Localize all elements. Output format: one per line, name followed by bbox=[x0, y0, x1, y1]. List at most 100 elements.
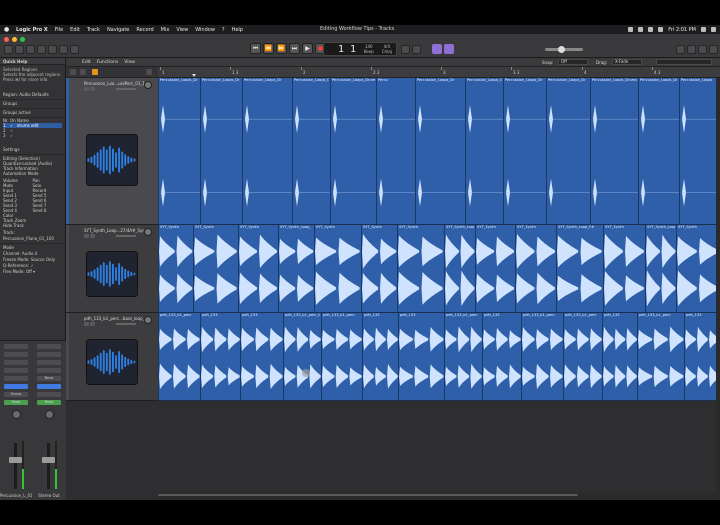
region-boundary[interactable] bbox=[676, 225, 677, 312]
region-boundary[interactable] bbox=[546, 78, 547, 224]
region-name[interactable]: pdh_133_b1_perc bbox=[638, 313, 683, 318]
region-name[interactable]: Percu bbox=[377, 78, 414, 83]
region-boundary[interactable] bbox=[200, 313, 201, 400]
region-boundary[interactable] bbox=[376, 78, 377, 224]
region-boundary[interactable] bbox=[242, 78, 243, 224]
view-menu[interactable]: View bbox=[124, 60, 135, 65]
region-name[interactable]: pdh_133 bbox=[685, 313, 719, 318]
region-boundary[interactable] bbox=[362, 313, 363, 400]
close-window-icon[interactable] bbox=[4, 37, 9, 42]
edit-menu[interactable]: Edit bbox=[82, 60, 91, 65]
group-name[interactable] bbox=[17, 133, 62, 138]
battery-icon[interactable] bbox=[658, 27, 664, 32]
region-inspector-header[interactable]: Region: Audio Defaults bbox=[0, 91, 65, 100]
menu-track[interactable]: Track bbox=[87, 27, 100, 33]
apple-logo-icon[interactable]: ● bbox=[4, 26, 10, 33]
setting-item[interactable]: Automation Mode bbox=[3, 171, 62, 176]
region-boundary[interactable] bbox=[444, 225, 445, 312]
region-boundary[interactable] bbox=[158, 78, 159, 224]
region-boundary[interactable] bbox=[602, 313, 603, 400]
mixer-button[interactable] bbox=[59, 45, 68, 54]
track-list-button[interactable] bbox=[80, 69, 86, 75]
region-boundary[interactable] bbox=[503, 78, 504, 224]
region-boundary[interactable] bbox=[637, 313, 638, 400]
play-button[interactable]: ▶ bbox=[302, 43, 313, 54]
region-name[interactable]: Percussion_Loops_DrumsPerc_01_100 bbox=[331, 78, 375, 83]
solo-button[interactable] bbox=[90, 234, 95, 238]
region-boundary[interactable] bbox=[278, 225, 279, 312]
region-boundary[interactable] bbox=[590, 78, 591, 224]
tuner-button[interactable] bbox=[401, 45, 410, 54]
region-name[interactable]: Percussion_Loops_DrumsPerc_01_100 bbox=[591, 78, 637, 83]
track-name[interactable]: Percussion_Loo...ussPerc_01_100 bbox=[84, 81, 144, 86]
mute-button[interactable] bbox=[84, 234, 89, 238]
region-boundary[interactable] bbox=[321, 313, 322, 400]
region-name[interactable]: SYT_Synth bbox=[159, 225, 192, 230]
automation-read-button[interactable]: Read bbox=[37, 400, 61, 405]
list-editors-button[interactable] bbox=[676, 45, 685, 54]
add-track-button[interactable] bbox=[70, 69, 76, 75]
region-name[interactable]: SYT_Synth_Loop_ bbox=[445, 225, 474, 230]
master-volume-slider[interactable] bbox=[545, 46, 583, 53]
region-name[interactable]: pdh_133 bbox=[399, 313, 443, 318]
setting-slot[interactable] bbox=[37, 344, 61, 349]
track-volume-slider[interactable] bbox=[116, 88, 136, 90]
track-lane-1[interactable]: Percussion_Loops_Dr Percussion_Loops_Dr Pe… bbox=[158, 78, 720, 225]
region-boundary[interactable] bbox=[361, 225, 362, 312]
empty-lane-area[interactable] bbox=[158, 401, 720, 493]
region-boundary[interactable] bbox=[240, 313, 241, 400]
bounce-button[interactable]: Bnce bbox=[37, 376, 61, 381]
menu-mix[interactable]: Mix bbox=[161, 27, 170, 33]
audio-fx-slot[interactable] bbox=[37, 368, 61, 373]
count-in-button[interactable] bbox=[432, 44, 442, 54]
region-name[interactable]: Percussion_Loops_Dr bbox=[547, 78, 589, 83]
region-name[interactable]: SYT_Synth bbox=[516, 225, 555, 230]
track-lane-3[interactable]: pdh_133_b1_perc pdh_133 pdh_133 pdh_133_b1_… bbox=[158, 313, 720, 401]
region-boundary[interactable] bbox=[398, 313, 399, 400]
output-slot[interactable] bbox=[4, 384, 28, 389]
region-boundary[interactable] bbox=[238, 225, 239, 312]
quick-help-button[interactable] bbox=[26, 45, 35, 54]
region-name[interactable]: pdh_133_b1_perc bbox=[564, 313, 601, 318]
spotlight-icon[interactable] bbox=[701, 27, 706, 32]
region-boundary[interactable] bbox=[193, 225, 194, 312]
region-name[interactable]: pdh_133 bbox=[241, 313, 282, 318]
menu-file[interactable]: File bbox=[55, 27, 63, 33]
audio-fx-slot[interactable] bbox=[4, 368, 28, 373]
menu-window[interactable]: Window bbox=[195, 27, 215, 33]
region-name[interactable]: pdh_133 bbox=[483, 313, 520, 318]
group-settings-header[interactable]: Settings bbox=[0, 146, 65, 155]
input-slot[interactable] bbox=[4, 360, 28, 365]
track-pan-knob[interactable] bbox=[144, 81, 152, 89]
track-flex-mode[interactable]: Flex Mode: Off ▾ bbox=[3, 269, 62, 275]
track-header-3[interactable]: pdh_133_b1_perc...bass_loop_Cmin bbox=[66, 313, 158, 401]
solo-button[interactable] bbox=[412, 45, 421, 54]
loop-browser-button[interactable] bbox=[698, 45, 707, 54]
track-inspector-header[interactable]: Track: Percussion_Piano_01_100 bbox=[0, 229, 65, 244]
region-boundary[interactable] bbox=[397, 225, 398, 312]
zoom-window-icon[interactable] bbox=[20, 37, 25, 42]
region-boundary[interactable] bbox=[679, 78, 680, 224]
global-tracks-button[interactable] bbox=[146, 69, 152, 75]
menu-record[interactable]: Record bbox=[136, 27, 153, 33]
region-boundary[interactable] bbox=[283, 313, 284, 400]
region-boundary[interactable] bbox=[645, 225, 646, 312]
region-boundary[interactable] bbox=[475, 225, 476, 312]
automation-read-button[interactable]: Read bbox=[4, 400, 28, 405]
region-boundary[interactable] bbox=[563, 313, 564, 400]
drag-select[interactable]: X-Fade bbox=[612, 59, 642, 65]
region-name[interactable]: Percussion_Loops_Dr bbox=[243, 78, 291, 83]
menu-view[interactable]: View bbox=[176, 27, 188, 33]
audio-fx-slot[interactable] bbox=[37, 360, 61, 365]
region-boundary[interactable] bbox=[638, 78, 639, 224]
group-slot[interactable] bbox=[37, 392, 61, 397]
menu-help[interactable]: Help bbox=[232, 27, 243, 33]
region-name[interactable]: Percussion_Loops_Dr bbox=[201, 78, 241, 83]
region-boundary[interactable] bbox=[684, 313, 685, 400]
setting-slot[interactable] bbox=[4, 344, 28, 349]
wifi-icon[interactable] bbox=[638, 27, 644, 32]
region-boundary[interactable] bbox=[415, 78, 416, 224]
region-boundary[interactable] bbox=[603, 225, 604, 312]
region-name[interactable]: SYT_Synth bbox=[239, 225, 277, 230]
skip-forward-button[interactable]: ⏭ bbox=[289, 43, 300, 54]
